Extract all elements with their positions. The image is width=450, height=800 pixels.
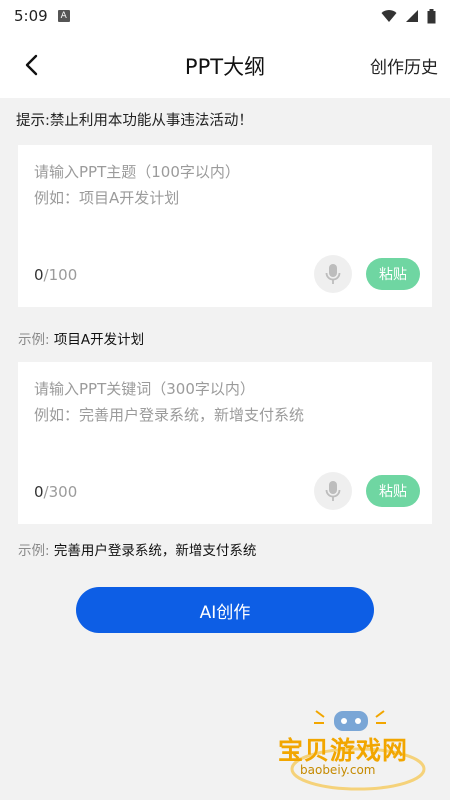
keyword-char-counter: 0/300 <box>34 483 77 501</box>
keyword-paste-button[interactable]: 粘贴 <box>366 475 420 507</box>
keyword-char-count: 0 <box>34 483 44 501</box>
ai-create-button[interactable]: AI创作 <box>76 587 374 633</box>
keyword-char-max: /300 <box>43 483 78 501</box>
keyword-input[interactable] <box>34 376 416 466</box>
keyword-card: 0/300 粘贴 <box>18 362 432 524</box>
keyword-example-text[interactable]: 完善用户登录系统，新增支付系统 <box>54 543 257 559</box>
watermark-text: 宝贝游戏网 <box>278 736 409 765</box>
keyword-example-label: 示例: <box>18 543 50 559</box>
topic-example: 示例: 项目A开发计划 <box>18 328 144 348</box>
topic-char-max: /100 <box>43 266 78 284</box>
notice-text: 提示:禁止利用本功能从事违法活动！ <box>16 113 253 129</box>
nav-bar: PPT大纲 创作历史 <box>0 32 450 98</box>
history-link[interactable]: 创作历史 <box>370 53 438 78</box>
signal-icon <box>406 10 418 22</box>
topic-card: 0/100 粘贴 <box>18 145 432 307</box>
topic-paste-button[interactable]: 粘贴 <box>366 258 420 290</box>
app-notification-icon: A <box>57 10 70 22</box>
topic-char-counter: 0/100 <box>34 266 77 284</box>
topic-input[interactable] <box>34 159 416 249</box>
topic-voice-button[interactable] <box>314 255 352 293</box>
wifi-icon <box>381 10 397 22</box>
keyword-example: 示例: 完善用户登录系统，新增支付系统 <box>18 539 256 559</box>
microphone-icon <box>325 264 341 284</box>
battery-icon <box>427 8 436 23</box>
watermark: 宝贝游戏网 baobeiy.com <box>272 705 432 795</box>
keyword-voice-button[interactable] <box>314 472 352 510</box>
microphone-icon <box>325 481 341 501</box>
watermark-url: baobeiy.com <box>300 763 376 777</box>
status-icons <box>381 8 436 24</box>
status-time: 5:09 <box>14 7 48 25</box>
topic-example-label: 示例: <box>18 332 50 348</box>
topic-example-text[interactable]: 项目A开发计划 <box>54 332 144 348</box>
status-bar: 5:09 A <box>0 0 450 32</box>
topic-char-count: 0 <box>34 266 44 284</box>
